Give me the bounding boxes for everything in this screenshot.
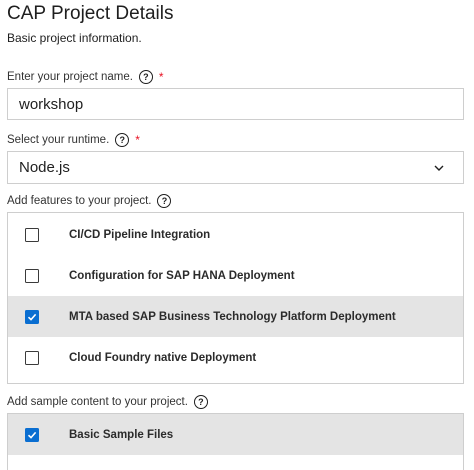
feature-option-label: CI/CD Pipeline Integration	[69, 228, 211, 241]
checkbox-checked[interactable]	[25, 427, 39, 442]
question-circle-icon[interactable]: ?	[157, 194, 172, 208]
page-subtitle: Basic project information.	[7, 31, 142, 45]
features-list: CI/CD Pipeline Integration Configuration…	[7, 212, 464, 384]
runtime-select[interactable]: Node.js	[7, 151, 464, 184]
checkbox-checked[interactable]	[25, 309, 39, 324]
project-name-input[interactable]	[7, 88, 464, 120]
required-marker: *	[135, 133, 140, 147]
samples-label-row: Add sample content to your project. ?	[7, 395, 208, 409]
question-circle-icon[interactable]: ?	[138, 70, 153, 84]
question-circle-icon[interactable]: ?	[115, 133, 130, 147]
features-label: Add features to your project.	[7, 195, 152, 207]
question-circle-icon[interactable]: ?	[193, 395, 208, 409]
runtime-label-row: Select your runtime. ? *	[7, 133, 140, 147]
feature-option-label: MTA based SAP Business Technology Platfo…	[69, 310, 396, 323]
checkmark-icon	[27, 431, 37, 439]
runtime-label: Select your runtime.	[7, 134, 110, 146]
sample-option-label: Basic Sample Files	[69, 428, 174, 441]
feature-option-mta[interactable]: MTA based SAP Business Technology Platfo…	[8, 296, 463, 337]
feature-option-cf[interactable]: Cloud Foundry native Deployment	[8, 337, 463, 378]
checkbox-unchecked[interactable]	[25, 350, 39, 365]
samples-label: Add sample content to your project.	[7, 396, 188, 408]
feature-option-hana[interactable]: Configuration for SAP HANA Deployment	[8, 255, 463, 296]
chevron-down-icon	[434, 165, 444, 171]
sample-option-basic[interactable]: Basic Sample Files	[8, 414, 463, 455]
checkbox-unchecked[interactable]	[25, 227, 39, 242]
page-title: CAP Project Details	[7, 3, 174, 24]
feature-option-label: Cloud Foundry native Deployment	[69, 351, 257, 364]
project-name-label-row: Enter your project name. ? *	[7, 70, 164, 84]
project-name-label: Enter your project name.	[7, 71, 133, 83]
checkbox-unchecked[interactable]	[25, 268, 39, 283]
feature-option-label: Configuration for SAP HANA Deployment	[69, 269, 295, 282]
feature-option-cicd[interactable]: CI/CD Pipeline Integration	[8, 214, 463, 255]
cap-project-details-page: CAP Project Details Basic project inform…	[0, 0, 474, 470]
required-marker: *	[158, 70, 164, 84]
runtime-selected-value: Node.js	[19, 159, 70, 176]
features-label-row: Add features to your project. ?	[7, 194, 172, 208]
checkmark-icon	[27, 313, 37, 321]
samples-list: Basic Sample Files	[7, 413, 464, 470]
